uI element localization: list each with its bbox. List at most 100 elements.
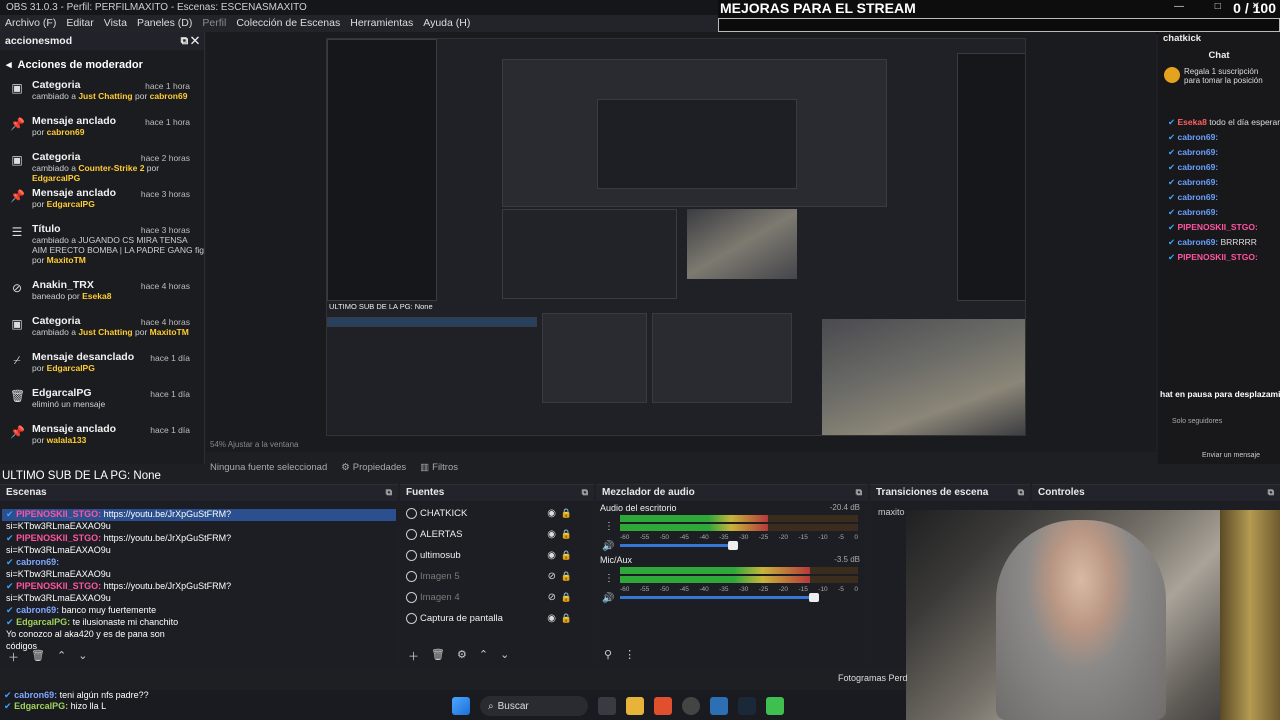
preview-canvas[interactable]: ULTIMO SUB DE LA PG: None 54% Ajustar a … — [206, 32, 1156, 452]
mod-entry[interactable]: 🗑 EdgarcalPG hace 1 día eliminó un mensaje — [0, 387, 204, 423]
lock-icon[interactable]: 🔒 — [561, 529, 572, 540]
volume-slider[interactable] — [620, 541, 739, 550]
menu-item-7[interactable]: Ayuda (H) — [418, 15, 475, 32]
mod-user[interactable]: walala133 — [47, 435, 87, 445]
mod-user[interactable]: MaxitoTM — [150, 327, 189, 337]
lock-icon[interactable]: 🔒 — [561, 613, 572, 624]
lock-icon[interactable]: 🔒 — [561, 571, 572, 582]
speaker-icon[interactable]: 🔊 — [602, 541, 614, 552]
mixer-menu-icon[interactable]: ⋮ — [624, 648, 635, 664]
filters-button[interactable]: ▥ Filtros — [420, 462, 458, 473]
source-item[interactable]: ultimosub ◉ 🔒 — [400, 545, 594, 566]
visibility-eye-icon[interactable]: ◉ — [547, 550, 556, 561]
mod-entry[interactable]: ☰ Título hace 3 horas cambiado a JUGANDO CS… — [0, 223, 204, 279]
scene-chat-row[interactable]: ✔ PIPENOSKII_STGO: https://youtu.be/JrXp… — [2, 509, 396, 521]
properties-button[interactable]: ⚙ Propiedades — [341, 462, 406, 473]
mod-user[interactable]: EdgarcalPG — [47, 199, 95, 209]
mod-entry[interactable]: ▣ Categoria hace 4 horas cambiado a Just Ch… — [0, 315, 204, 351]
menu-item-3[interactable]: Paneles (D) — [132, 15, 197, 32]
popout-icon[interactable]: ⧉ — [1268, 487, 1274, 499]
zoom-status[interactable]: 54% Ajustar a la ventana — [206, 440, 299, 449]
taskbar-search[interactable]: ⌕ Buscar — [480, 696, 588, 716]
source-item[interactable]: Captura de pantalla ◉ 🔒 — [400, 608, 594, 629]
source-item[interactable]: Imagen 4 ⊘ 🔒 — [400, 587, 594, 608]
scene-chat-row[interactable]: ✔ cabron69: banco muy fuertemente — [2, 605, 396, 617]
visibility-eye-icon[interactable]: ⊘ — [548, 571, 556, 582]
mod-user[interactable]: EdgarcalPG — [47, 363, 95, 373]
visibility-eye-icon[interactable]: ⊘ — [548, 592, 556, 603]
source-up-icon[interactable]: ⌃ — [479, 648, 488, 664]
visibility-eye-icon[interactable]: ◉ — [547, 508, 556, 519]
mod-entry[interactable]: 📌 Mensaje anclado hace 1 día por walala133 — [0, 423, 204, 459]
visibility-eye-icon[interactable]: ◉ — [547, 529, 556, 540]
mod-user[interactable]: Eseka8 — [82, 291, 111, 301]
scene-chat-row[interactable]: si=KTbw3RLmaEAXAO9u — [2, 569, 396, 581]
scene-up-icon[interactable]: ⌃ — [57, 649, 66, 665]
mod-entry[interactable]: 📌 Mensaje anclado hace 3 horas por Edgarcal… — [0, 187, 204, 223]
mod-user[interactable]: cabron69 — [47, 127, 85, 137]
chat-username[interactable]: cabron69: — [1178, 192, 1219, 202]
menu-item-4[interactable]: Perfil — [197, 15, 231, 32]
channel-menu-icon[interactable]: ⋮ — [604, 573, 614, 584]
mixer-link-icon[interactable]: ⚲ — [604, 648, 612, 664]
mod-entry[interactable]: ▣ Categoria hace 2 horas cambiado a Counter… — [0, 151, 204, 187]
scene-chat-row[interactable]: ✔ EdgarcalPG: te ilusionaste mi chanchit… — [2, 617, 396, 629]
steam-icon[interactable] — [738, 697, 756, 715]
menu-item-1[interactable]: Editar — [61, 15, 98, 32]
scene-chat-row[interactable]: si=KTbw3RLmaEAXAO9u — [2, 593, 396, 605]
menu-item-5[interactable]: Colección de Escenas — [231, 15, 345, 32]
source-item[interactable]: Imagen 5 ⊘ 🔒 — [400, 566, 594, 587]
slider-knob[interactable] — [728, 541, 739, 550]
chat-username[interactable]: cabron69: — [1178, 132, 1219, 142]
windows-start-icon[interactable] — [452, 697, 470, 715]
scene-chat-row[interactable]: ✔ PIPENOSKII_STGO: https://youtu.be/JrXp… — [2, 581, 396, 593]
chat-username[interactable]: PIPENOSKII_STGO: — [1178, 222, 1258, 232]
dock-close-icon[interactable]: ⧉ ✕ — [181, 35, 199, 47]
menu-item-0[interactable]: Archivo (F) — [0, 15, 61, 32]
menu-item-6[interactable]: Herramientas — [345, 15, 418, 32]
mod-user[interactable]: EdgarcalPG — [32, 173, 80, 183]
popout-icon[interactable]: ⧉ — [582, 487, 588, 499]
lock-icon[interactable]: 🔒 — [561, 550, 572, 561]
chat-username[interactable]: cabron69: — [1178, 147, 1219, 157]
popout-icon[interactable]: ⧉ — [386, 487, 392, 499]
app-icon[interactable] — [710, 697, 728, 715]
slider-knob[interactable] — [809, 593, 820, 602]
chat-username[interactable]: cabron69: — [1178, 177, 1219, 187]
volume-slider[interactable] — [620, 593, 820, 602]
scene-chat-row[interactable]: si=KTbw3RLmaEAXAO9u — [2, 545, 396, 557]
window-controls[interactable]: — □ ✕ — [1174, 1, 1274, 12]
file-explorer-icon[interactable] — [626, 697, 644, 715]
menu-item-2[interactable]: Vista — [99, 15, 132, 32]
mod-user[interactable]: cabron69 — [150, 91, 188, 101]
popout-icon[interactable]: ⧉ — [1018, 487, 1024, 499]
chat-username[interactable]: Eseka8 — [1178, 117, 1207, 127]
scene-chat-row[interactable]: ✔ PIPENOSKII_STGO: https://youtu.be/JrXp… — [2, 533, 396, 545]
chat-username[interactable]: cabron69: — [1178, 207, 1219, 217]
scene-chat-row[interactable]: ✔ cabron69: — [2, 557, 396, 569]
remove-source-icon[interactable]: 🗑 — [431, 648, 445, 664]
chat-username[interactable]: PIPENOSKII_STGO: — [1178, 252, 1258, 262]
lock-icon[interactable]: 🔒 — [561, 508, 572, 519]
kick-icon[interactable] — [766, 697, 784, 715]
collapse-icon[interactable]: ◂ — [6, 58, 12, 71]
mod-entry[interactable]: ▣ Categoria hace 1 hora cambiado a Just Cha… — [0, 79, 204, 115]
obs-icon[interactable] — [682, 697, 700, 715]
brave-icon[interactable] — [654, 697, 672, 715]
chat-username[interactable]: cabron69: — [1178, 237, 1219, 247]
chat-paused-notice[interactable]: hat en pausa para desplazamie — [1160, 389, 1280, 399]
scene-chat-row[interactable]: Yo conozco al aka420 y es de pana son — [2, 629, 396, 641]
source-item[interactable]: ALERTAS ◉ 🔒 — [400, 524, 594, 545]
source-item[interactable]: CHATKICK ◉ 🔒 — [400, 503, 594, 524]
scene-down-icon[interactable]: ⌄ — [78, 649, 87, 665]
source-settings-icon[interactable]: ⚙ — [457, 648, 467, 664]
remove-scene-icon[interactable]: 🗑 — [31, 649, 45, 665]
channel-menu-icon[interactable]: ⋮ — [604, 521, 614, 532]
mod-entry[interactable]: ⌿ Mensaje desanclado hace 1 día por Edgarca… — [0, 351, 204, 387]
speaker-icon[interactable]: 🔊 — [602, 593, 614, 604]
visibility-eye-icon[interactable]: ◉ — [547, 613, 556, 624]
add-source-icon[interactable]: ＋ — [408, 648, 419, 664]
popout-icon[interactable]: ⧉ — [856, 487, 862, 499]
add-scene-icon[interactable]: ＋ — [8, 649, 19, 665]
mod-user[interactable]: MaxitoTM — [47, 255, 86, 265]
